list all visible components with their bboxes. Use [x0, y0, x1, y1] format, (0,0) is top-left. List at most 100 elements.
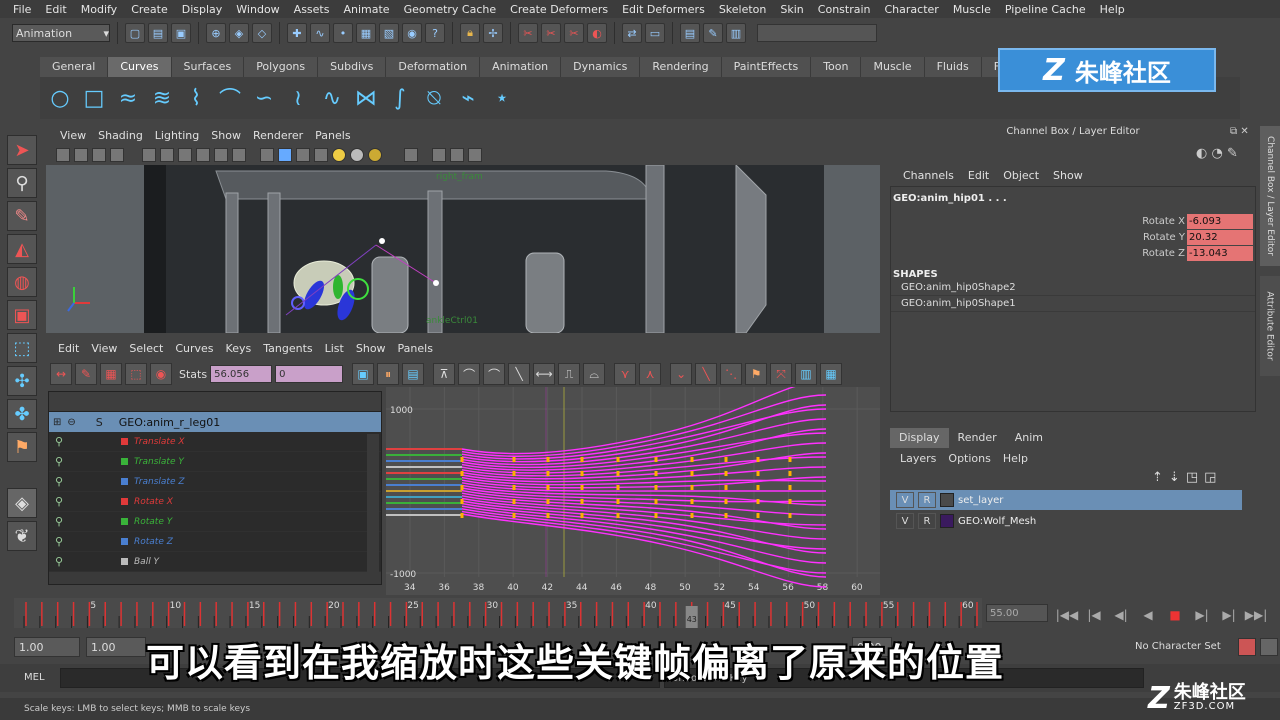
keyframe[interactable] — [724, 471, 728, 476]
bezier-icon[interactable]: ∽ — [250, 84, 278, 112]
keyframe[interactable] — [546, 471, 550, 476]
spline-tangent-icon[interactable]: ⌒ — [458, 363, 481, 385]
layout-single-icon[interactable]: ◈ — [7, 488, 37, 518]
revolve-icon[interactable]: ∿ — [318, 84, 346, 112]
graph-menu-list[interactable]: List — [319, 342, 350, 355]
viewport-menu-panels[interactable]: Panels — [309, 129, 356, 142]
channel-row[interactable]: ⚲ Rotate X — [49, 492, 381, 512]
channel-row[interactable]: ⚲ Ball Y — [49, 552, 381, 572]
keyframe[interactable] — [616, 471, 620, 476]
selected-curve[interactable] — [461, 500, 827, 554]
keyframe[interactable] — [546, 499, 550, 504]
time-slider[interactable]: 5 10 15 20 25 30 35 40 45 50 55 60 43 — [14, 598, 982, 628]
safe-action-icon[interactable] — [232, 148, 246, 162]
float-icon[interactable]: ⧉ ✕ — [1230, 126, 1254, 140]
menu-display[interactable]: Display — [175, 3, 230, 16]
channel-box-menu-channels[interactable]: Channels — [896, 169, 961, 182]
image-plane-icon[interactable] — [110, 148, 124, 162]
snap-surface-icon[interactable]: ▧ — [379, 23, 399, 43]
shelf-tab-curves[interactable]: Curves — [108, 57, 172, 77]
textured-icon[interactable] — [314, 148, 328, 162]
graph-menu-select[interactable]: Select — [123, 342, 169, 355]
layer-row[interactable]: V R GEO:Wolf_Mesh — [890, 511, 1242, 531]
select-hierarchy-icon[interactable]: ⊕ — [206, 23, 226, 43]
keyframe[interactable] — [512, 485, 516, 490]
smooth-shade-icon[interactable] — [278, 148, 292, 162]
pin-tool-icon[interactable]: ⚑ — [7, 432, 37, 462]
menu-edit[interactable]: Edit — [38, 3, 73, 16]
graph-menu-tangents[interactable]: Tangents — [257, 342, 318, 355]
outliner-vscrollbar[interactable] — [367, 434, 379, 574]
keyframe[interactable] — [654, 499, 658, 504]
planar-icon[interactable]: ∫ — [386, 84, 414, 112]
wireframe-on-shaded-icon[interactable] — [296, 148, 310, 162]
go-to-end-icon[interactable]: ▶▶| — [1244, 604, 1268, 626]
film-gate-icon[interactable] — [160, 148, 174, 162]
menu-assets[interactable]: Assets — [287, 3, 337, 16]
attribute-row[interactable]: Rotate Y 20.32 — [891, 229, 1255, 245]
visibility-toggle[interactable]: V — [896, 492, 914, 508]
camera-icon[interactable] — [56, 148, 70, 162]
keyframe[interactable] — [512, 499, 516, 504]
hud-icon[interactable] — [468, 148, 482, 162]
attribute-value-field[interactable]: -6.093 — [1187, 213, 1253, 229]
menu-geometry-cache[interactable]: Geometry Cache — [397, 3, 504, 16]
move-layer-down-icon[interactable]: ⇣ — [1169, 470, 1180, 488]
move-tool-icon[interactable]: ◭ — [7, 234, 37, 264]
outliner-scrollbar[interactable] — [49, 572, 381, 584]
snap-plane-icon[interactable]: ▦ — [356, 23, 376, 43]
stats-value-field[interactable]: 0 — [275, 365, 344, 383]
viewport-menu-renderer[interactable]: Renderer — [247, 129, 309, 142]
keyframe[interactable] — [512, 513, 516, 518]
current-time-field[interactable]: 55.00 — [986, 604, 1048, 622]
keyframe[interactable] — [512, 471, 516, 476]
history-icon[interactable]: ? — [425, 23, 445, 43]
keyframe[interactable] — [654, 485, 658, 490]
keyframe[interactable] — [788, 457, 792, 462]
layer-menu-options[interactable]: Options — [942, 452, 996, 465]
pen-icon[interactable]: ✎ — [1227, 146, 1238, 161]
perspective-viewport[interactable]: right_fram ankleCtrl01 — [46, 165, 880, 333]
plateau-tangent-icon[interactable]: ⌓ — [583, 363, 606, 385]
channel-row[interactable]: ⚲ Translate Z — [49, 472, 381, 492]
lock-weight-icon[interactable]: ╲ — [695, 363, 718, 385]
channel-box-menu-edit[interactable]: Edit — [961, 169, 996, 182]
reference-toggle[interactable]: R — [918, 492, 936, 508]
step-back-key-icon[interactable]: ◀| — [1109, 604, 1133, 626]
keyframe[interactable] — [788, 499, 792, 504]
shelf-tab-muscle[interactable]: Muscle — [861, 57, 925, 77]
stats-frame-field[interactable]: 56.056 — [210, 365, 273, 383]
layout-quick-icon[interactable]: ❦ — [7, 521, 37, 551]
reference-toggle[interactable]: R — [918, 513, 936, 529]
new-scene-icon[interactable]: ▢ — [125, 23, 145, 43]
bookmark-icon[interactable] — [92, 148, 106, 162]
channel-row[interactable]: ⚲ Rotate Z — [49, 532, 381, 552]
menu-muscle[interactable]: Muscle — [946, 3, 998, 16]
selected-curve[interactable] — [461, 510, 827, 574]
step-forward-icon[interactable]: ▶| — [1217, 604, 1241, 626]
move-layer-up-icon[interactable]: ⇡ — [1152, 470, 1163, 488]
keyframe[interactable] — [756, 485, 760, 490]
playback-start-field[interactable]: 1.00 — [86, 637, 146, 657]
menu-constrain[interactable]: Constrain — [811, 3, 878, 16]
tab-attribute-editor[interactable]: Attribute Editor — [1260, 276, 1280, 376]
shelf-tab-subdivs[interactable]: Subdivs — [318, 57, 387, 77]
keyframe[interactable] — [546, 485, 550, 490]
xray-joints-icon[interactable] — [450, 148, 464, 162]
attribute-value-field[interactable]: -13.043 — [1187, 245, 1253, 261]
keyframe[interactable] — [724, 499, 728, 504]
arc-icon[interactable]: ⌒ — [216, 84, 244, 113]
layer-color-swatch[interactable] — [940, 493, 954, 507]
keyframe[interactable] — [616, 513, 620, 518]
channel-box-menu-show[interactable]: Show — [1046, 169, 1090, 182]
sync-icon[interactable]: ◐ — [1196, 146, 1207, 161]
render-settings-icon[interactable]: ✂ — [564, 23, 584, 43]
unify-tangent-icon[interactable]: ⋏ — [639, 363, 662, 385]
rotate-tool-icon[interactable]: ◍ — [7, 267, 37, 297]
keyframe[interactable] — [580, 485, 584, 490]
select-component-icon[interactable]: ◇ — [252, 23, 272, 43]
default-light-icon[interactable] — [332, 148, 346, 162]
manipulator-tool-icon[interactable]: ⬚ — [7, 333, 37, 363]
center-current-icon[interactable]: ▤ — [402, 363, 425, 385]
graph-menu-show[interactable]: Show — [350, 342, 392, 355]
